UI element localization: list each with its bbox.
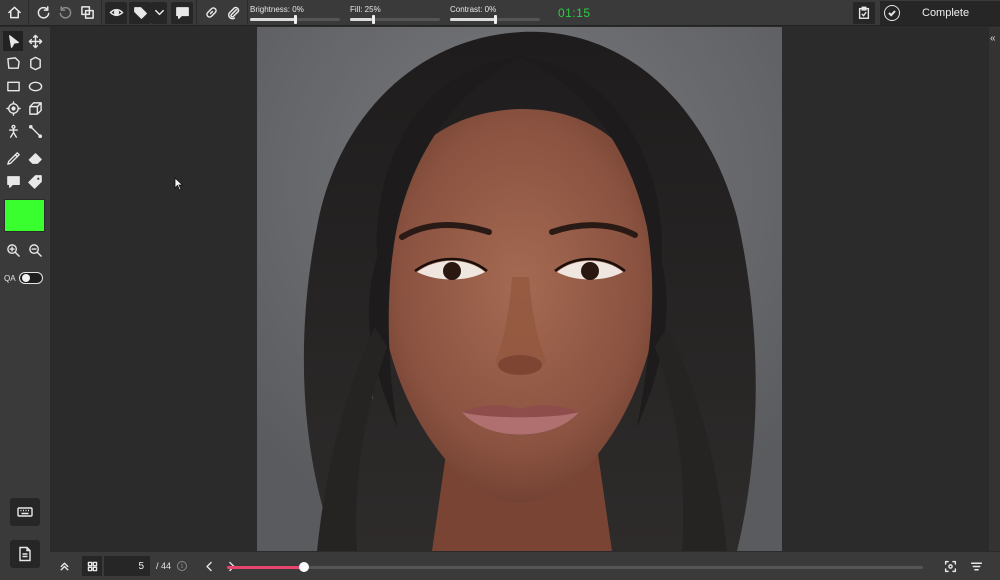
view-group xyxy=(102,0,197,26)
qa-toggle[interactable] xyxy=(18,272,43,284)
filter-icon[interactable] xyxy=(966,556,986,576)
qa-label: QA xyxy=(4,273,16,283)
brightness-thumb[interactable] xyxy=(294,14,297,24)
check-circle-icon xyxy=(884,5,900,21)
nav-group xyxy=(0,0,29,26)
mouse-cursor xyxy=(174,177,184,196)
brightness-track[interactable] xyxy=(250,14,340,24)
fill-thumb[interactable] xyxy=(372,14,375,24)
eyedropper-icon[interactable] xyxy=(3,148,23,168)
session-timer: 01:15 xyxy=(558,5,591,20)
keypoint-icon[interactable] xyxy=(3,98,23,118)
chevron-down-icon[interactable] xyxy=(151,1,167,24)
zoom-in-icon[interactable] xyxy=(3,240,23,260)
chevrons-up-icon[interactable] xyxy=(54,556,74,576)
fill-slider[interactable]: Fill: 25% xyxy=(348,0,448,26)
page-number-input[interactable] xyxy=(104,556,150,576)
link-icon[interactable] xyxy=(200,2,222,24)
undo-circle-icon[interactable] xyxy=(54,2,76,24)
copy-icon[interactable] xyxy=(76,2,98,24)
complete-label: Complete xyxy=(922,7,970,19)
color-swatch[interactable] xyxy=(4,199,45,232)
progress-fill xyxy=(227,566,304,569)
fill-track[interactable] xyxy=(350,14,440,24)
chevrons-left-icon[interactable]: « xyxy=(990,33,996,44)
move-icon[interactable] xyxy=(25,31,45,51)
keyboard-icon[interactable] xyxy=(10,498,40,526)
paperclip-icon[interactable] xyxy=(222,2,244,24)
polygon-icon[interactable] xyxy=(25,53,45,73)
right-panel-collapsed[interactable]: « xyxy=(989,27,1000,551)
cuboid-icon[interactable] xyxy=(25,98,45,118)
complete-button[interactable]: Complete xyxy=(880,1,1000,25)
zoom-out-icon[interactable] xyxy=(25,240,45,260)
progress-slider[interactable] xyxy=(227,562,923,572)
contrast-label: Contrast: 0% xyxy=(450,4,497,14)
home-icon[interactable] xyxy=(3,2,25,24)
tag-icon[interactable] xyxy=(129,1,151,24)
history-group xyxy=(29,0,102,26)
redo-circle-icon[interactable] xyxy=(32,2,54,24)
top-toolbar: Brightness: 0% Fill: 25% Contrast: 0% 01… xyxy=(0,0,1000,26)
clipboard-check-icon[interactable] xyxy=(853,2,875,24)
comment-icon[interactable] xyxy=(171,1,193,24)
fill-label: Fill: 25% xyxy=(350,4,381,14)
image-to-annotate[interactable] xyxy=(257,27,782,551)
page-total: / 44 xyxy=(156,561,172,571)
progress-thumb[interactable] xyxy=(298,562,309,572)
comment-tool-icon[interactable] xyxy=(3,171,23,191)
document-icon[interactable] xyxy=(10,540,40,568)
bbox-icon[interactable] xyxy=(3,53,23,73)
select-arrow-icon[interactable] xyxy=(3,31,23,51)
brightness-slider[interactable]: Brightness: 0% xyxy=(248,0,348,26)
skeleton-icon[interactable] xyxy=(3,121,23,141)
info-icon[interactable]: i xyxy=(177,561,188,571)
annotation-canvas[interactable] xyxy=(50,27,989,551)
ellipse-icon[interactable] xyxy=(25,76,45,96)
grid-icon[interactable] xyxy=(82,556,102,576)
eye-icon[interactable] xyxy=(105,1,127,24)
line-icon[interactable] xyxy=(25,121,45,141)
bottom-navbar: / 44 i xyxy=(50,552,1000,580)
annotation-app: Brightness: 0% Fill: 25% Contrast: 0% 01… xyxy=(0,0,1000,580)
fit-screen-icon[interactable] xyxy=(940,556,960,576)
prev-page-icon[interactable] xyxy=(199,556,219,576)
eraser-icon[interactable] xyxy=(25,148,45,168)
tool-panel: QA xyxy=(0,27,50,580)
contrast-thumb[interactable] xyxy=(494,14,497,24)
contrast-slider[interactable]: Contrast: 0% xyxy=(448,0,548,26)
brightness-label: Brightness: 0% xyxy=(250,4,304,14)
qa-toggle-row: QA xyxy=(4,272,43,284)
rectangle-icon[interactable] xyxy=(3,76,23,96)
contrast-track[interactable] xyxy=(450,14,540,24)
tag-tool-icon[interactable] xyxy=(25,171,45,191)
link-group xyxy=(197,0,248,26)
